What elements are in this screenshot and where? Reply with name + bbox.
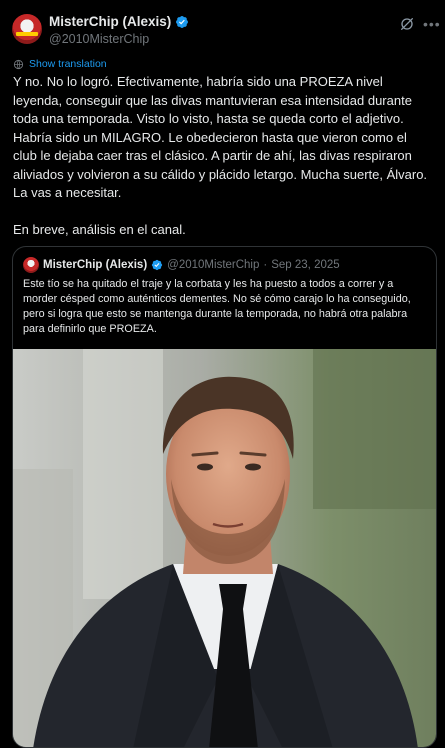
quoted-author-handle: @2010MisterChip [167,259,260,271]
verified-badge-icon [176,15,189,28]
tweet-paragraph: Y no. No lo logró. Efectivamente, habría… [13,74,428,200]
separator-dot: · [263,259,268,271]
quoted-tweet-header: MisterChip (Alexis) @2010MisterChip · Se… [23,257,340,273]
author-display-name[interactable]: MisterChip (Alexis) [49,14,171,29]
quoted-author-avatar [23,257,39,273]
grok-icon[interactable] [399,16,415,32]
quoted-author-display-name: MisterChip (Alexis) [43,259,148,271]
quoted-tweet[interactable]: MisterChip (Alexis) @2010MisterChip · Se… [12,246,437,748]
author-handle[interactable]: @2010MisterChip [49,32,149,46]
author-avatar[interactable] [12,14,42,44]
show-translation-label[interactable]: Show translation [29,58,107,70]
more-icon[interactable]: ••• [423,17,441,31]
quoted-tweet-text: Este tío se ha quitado el traje y la cor… [23,278,411,335]
globe-icon [13,59,24,69]
show-translation-link[interactable]: Show translation [13,58,107,70]
verified-badge-icon [152,259,163,271]
tweet-header: MisterChip (Alexis) @2010MisterChip ••• [0,0,445,52]
tweet-body: Y no. No lo logró. Efectivamente, habría… [13,73,433,239]
tweet-paragraph: En breve, análisis en el canal. [13,221,186,237]
quoted-tweet-photo[interactable] [13,349,436,748]
quoted-tweet-date: Sep 23, 2025 [271,259,340,271]
author-name-row: MisterChip (Alexis) [49,14,189,29]
